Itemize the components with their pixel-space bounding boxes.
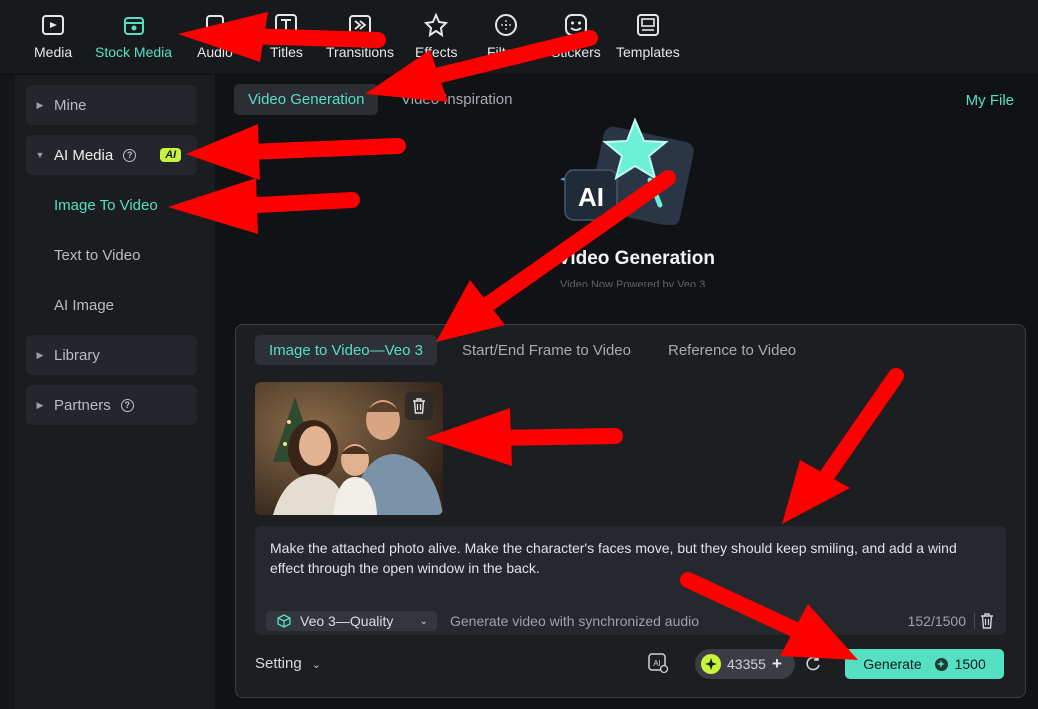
sidebar-item-label: Mine	[54, 96, 87, 114]
help-icon[interactable]: ?	[123, 148, 137, 162]
audio-icon	[205, 15, 224, 35]
sidebar-item-ai-media[interactable]: ▼ AI Media ? AI	[26, 135, 197, 175]
credits-balance: 43355	[727, 656, 766, 672]
toolbar-stickers[interactable]: Stickers	[551, 12, 601, 60]
toolbar-label: Stock Media	[95, 44, 173, 60]
toolbar-filters[interactable]: Filters	[487, 12, 525, 60]
ai-video-generation-icon: AI	[560, 117, 694, 225]
toolbar-label: Filters	[487, 44, 526, 60]
cube-icon	[277, 614, 291, 628]
uploaded-image-thumbnail	[255, 382, 443, 515]
tab-image-to-video-veo3[interactable]: Image to Video—Veo 3	[255, 335, 437, 365]
toolbar-label: Titles	[270, 44, 303, 60]
generation-panel: Image to Video—Veo 3 Start/End Frame to …	[235, 324, 1026, 698]
toolbar-label: Templates	[616, 44, 680, 60]
chevron-down-icon: ⌄	[311, 659, 321, 671]
help-icon[interactable]: ?	[120, 398, 134, 412]
tab-start-end-frame[interactable]: Start/End Frame to Video	[448, 335, 645, 365]
titles-icon	[275, 14, 298, 36]
sidebar-item-image-to-video[interactable]: Image To Video	[54, 197, 158, 214]
ai-detect-icon[interactable]: AI	[647, 652, 669, 674]
hero-icon-ai-text: AI	[578, 182, 604, 212]
hero-subtitle: Video Now Powered by Veo 3	[560, 279, 706, 287]
top-toolbar: Media Stock Media Audio Titles Transitio…	[0, 0, 1038, 75]
sidebar-item-label: Partners	[54, 396, 111, 414]
my-file-link[interactable]: My File	[966, 92, 1014, 109]
sidebar-item-ai-image[interactable]: AI Image	[54, 297, 114, 314]
credits-pill: 43355 +	[695, 649, 795, 679]
toolbar-audio[interactable]: Audio	[197, 12, 233, 60]
caret-right-icon: ▶	[36, 399, 44, 410]
transitions-icon	[348, 15, 371, 35]
filters-icon	[495, 14, 518, 36]
toolbar-templates[interactable]: Templates	[616, 12, 680, 60]
setting-dropdown[interactable]: Setting ⌄	[255, 655, 321, 672]
sidebar-item-label: Library	[54, 346, 100, 364]
model-description: Generate video with synchronized audio	[450, 613, 700, 629]
divider	[974, 613, 975, 629]
generate-cost: 1500	[954, 656, 986, 672]
generate-button[interactable]: Generate 1500	[845, 649, 1004, 679]
chevron-down-icon: ⌄	[419, 615, 428, 627]
sidebar-item-library[interactable]: ▶ Library	[26, 335, 197, 375]
caret-down-icon: ▼	[35, 150, 45, 160]
sidebar: ▶ Mine ▼ AI Media ? AI Image To Video Te…	[15, 75, 215, 709]
prompt-text[interactable]: Make the attached photo alive. Make the …	[270, 538, 990, 578]
credit-coin-icon	[701, 654, 721, 674]
ai-badge: AI	[160, 148, 182, 162]
toolbar-label: Effects	[415, 44, 458, 60]
prompt-input[interactable]: Make the attached photo alive. Make the …	[255, 526, 1006, 635]
stock-media-icon	[123, 17, 144, 35]
templates-icon	[636, 14, 659, 36]
toolbar-label: Media	[34, 44, 73, 60]
sidebar-item-mine[interactable]: ▶ Mine	[26, 85, 197, 125]
toolbar-media[interactable]: Media	[34, 12, 72, 60]
clear-prompt-trash-icon[interactable]	[980, 613, 994, 629]
sidebar-item-text-to-video[interactable]: Text to Video	[54, 247, 140, 264]
setting-label: Setting	[255, 655, 302, 672]
hero-title: Video Generation	[558, 248, 715, 269]
delete-image-button[interactable]	[405, 392, 433, 420]
main-area: Video Generation Video Inspiration My Fi…	[215, 75, 1038, 709]
model-label: Veo 3—Quality	[300, 613, 394, 629]
generate-label: Generate	[863, 656, 922, 672]
media-icon	[42, 15, 65, 35]
character-counter: 152/1500	[907, 613, 966, 629]
trash-icon	[413, 398, 425, 414]
toolbar-stock-media[interactable]: Stock Media	[95, 12, 172, 60]
sidebar-item-partners[interactable]: ▶ Partners ?	[26, 385, 197, 425]
tab-reference-to-video[interactable]: Reference to Video	[654, 335, 810, 365]
stickers-icon	[564, 14, 587, 36]
caret-right-icon: ▶	[36, 349, 44, 360]
toolbar-label: Stickers	[551, 44, 601, 60]
model-dropdown[interactable]: Veo 3—Quality ⌄	[266, 611, 437, 631]
caret-right-icon: ▶	[36, 99, 44, 110]
sidebar-item-label: AI Media	[54, 146, 114, 164]
effects-icon	[424, 12, 449, 38]
refresh-icon[interactable]	[804, 655, 822, 673]
toolbar-label: Transitions	[326, 44, 394, 60]
tab-video-generation[interactable]: Video Generation	[234, 84, 379, 115]
tab-video-inspiration[interactable]: Video Inspiration	[387, 84, 526, 115]
toolbar-effects[interactable]: Effects	[415, 12, 458, 60]
add-credits-button[interactable]: +	[772, 654, 782, 674]
svg-text:AI: AI	[653, 659, 661, 668]
toolbar-titles[interactable]: Titles	[270, 12, 303, 60]
credit-icon	[934, 657, 948, 671]
toolbar-label: Audio	[197, 44, 233, 60]
toolbar-transitions[interactable]: Transitions	[326, 12, 394, 60]
